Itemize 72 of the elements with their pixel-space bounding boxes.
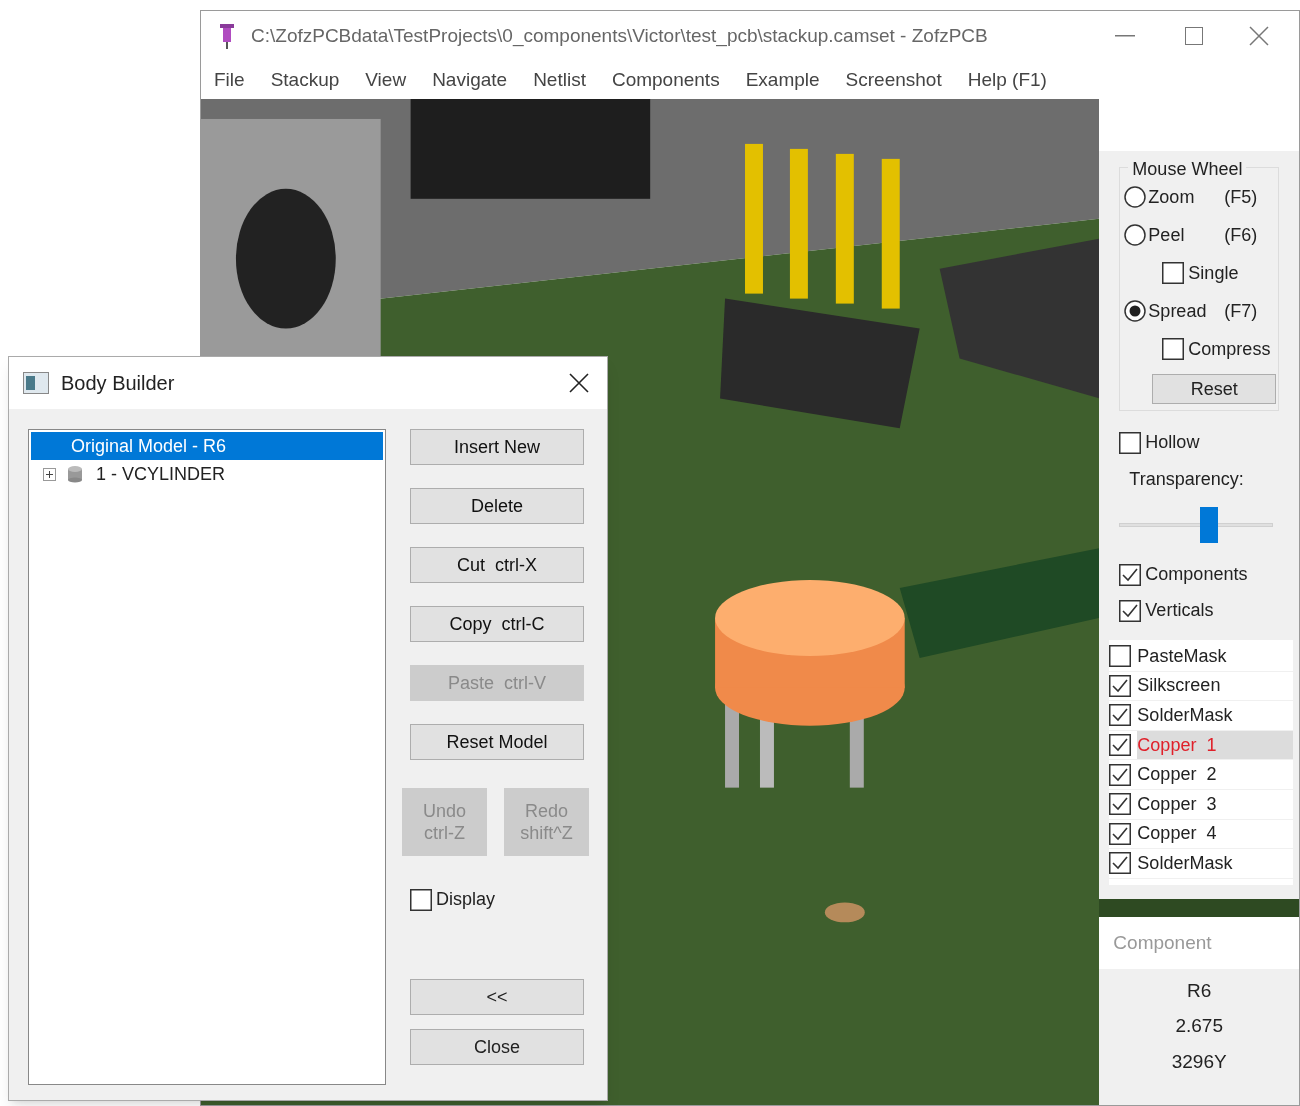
shortcut-label: (F6) xyxy=(1224,223,1258,247)
shortcut-label: (F5) xyxy=(1224,185,1258,209)
radio-button[interactable] xyxy=(1124,224,1147,246)
layer-item[interactable]: Copper 2 xyxy=(1137,760,1293,789)
app-icon xyxy=(217,22,237,50)
transparency-label: Transparency: xyxy=(1129,468,1245,491)
radio-button[interactable] xyxy=(1124,300,1147,322)
checkbox[interactable] xyxy=(1119,431,1142,454)
slider-thumb[interactable] xyxy=(1199,507,1218,543)
menu-item[interactable]: Components xyxy=(611,65,720,95)
tree-item[interactable]: 1 - VCYLINDER xyxy=(94,460,228,488)
transparency-slider[interactable] xyxy=(1119,507,1274,543)
checkbox[interactable] xyxy=(1109,734,1132,757)
checkbox[interactable] xyxy=(1109,763,1132,786)
component-value: 2.675 xyxy=(1175,1014,1223,1039)
button[interactable]: Close xyxy=(410,1029,584,1065)
tree-item[interactable]: Original Model - R6 xyxy=(31,432,383,460)
button[interactable]: << xyxy=(410,979,584,1015)
checkbox[interactable] xyxy=(1119,599,1142,622)
option-label: Components xyxy=(1145,563,1248,586)
layer-item[interactable]: Silkscreen xyxy=(1137,671,1293,701)
menu-item[interactable]: View xyxy=(365,65,407,95)
layer-item[interactable]: Copper 1 xyxy=(1137,730,1293,760)
menu-item[interactable]: Stackup xyxy=(270,65,340,95)
dialog-title: Body Builder xyxy=(61,371,175,396)
close-icon[interactable] xyxy=(569,373,589,393)
pad xyxy=(824,902,865,923)
checkbox[interactable] xyxy=(1109,852,1132,875)
checkbox[interactable] xyxy=(1109,645,1132,668)
checkbox[interactable] xyxy=(1109,822,1132,845)
option-label: Zoom xyxy=(1148,185,1196,209)
checkbox[interactable] xyxy=(1162,338,1185,360)
expand-icon[interactable] xyxy=(43,467,56,481)
layer-item[interactable]: PasteMask xyxy=(1137,642,1293,671)
window-title: C:\ZofzPCBdata\TestProjects\0_components\Victor\test_pcb\stackup.camset - ZofzPCB xyxy=(251,23,988,49)
menu-item[interactable]: Example xyxy=(745,65,820,95)
checkbox[interactable] xyxy=(1109,674,1132,697)
shortcut-label: (F7) xyxy=(1224,299,1258,323)
maximize-icon[interactable] xyxy=(1185,27,1203,45)
layer-item[interactable]: SolderMask xyxy=(1137,701,1293,730)
checkbox[interactable] xyxy=(1109,793,1132,816)
cylinder-icon xyxy=(66,465,84,483)
option-label: Compress xyxy=(1188,337,1271,361)
layer-item[interactable]: Copper 4 xyxy=(1137,819,1293,849)
button[interactable]: Insert New xyxy=(410,429,584,465)
button[interactable]: Cut ctrl-X xyxy=(410,547,584,583)
checkbox[interactable] xyxy=(1119,563,1142,586)
checkbox[interactable] xyxy=(1109,704,1132,727)
reset-button[interactable]: Reset xyxy=(1152,374,1277,404)
menu-item[interactable]: Screenshot xyxy=(845,65,942,95)
option-label: Peel xyxy=(1148,223,1186,247)
component-value: R6 xyxy=(1187,978,1212,1003)
option-label: Hollow xyxy=(1145,431,1200,454)
component-value: 3296Y xyxy=(1171,1049,1227,1074)
button[interactable]: Delete xyxy=(410,488,584,524)
option-label: Single xyxy=(1188,261,1239,285)
button[interactable]: Reset Model xyxy=(410,724,584,760)
menu-item[interactable]: Netlist xyxy=(533,65,586,95)
component-header: Component xyxy=(1099,916,1299,969)
layer-item[interactable]: Copper 3 xyxy=(1137,789,1293,819)
menu-item[interactable]: Help (F1) xyxy=(967,65,1047,95)
layer-item[interactable]: SolderMask xyxy=(1137,849,1293,878)
button[interactable]: Copy ctrl-C xyxy=(410,606,584,642)
window-icon xyxy=(23,372,49,394)
menu-item[interactable]: File xyxy=(214,65,245,95)
checkbox[interactable] xyxy=(410,888,432,911)
option-label: Display xyxy=(436,888,496,911)
menu-item[interactable]: Navigate xyxy=(432,65,508,95)
option-label: Spread xyxy=(1148,299,1208,323)
checkbox[interactable] xyxy=(1162,262,1185,284)
radio-button[interactable] xyxy=(1124,186,1147,208)
option-label: Verticals xyxy=(1145,599,1214,622)
